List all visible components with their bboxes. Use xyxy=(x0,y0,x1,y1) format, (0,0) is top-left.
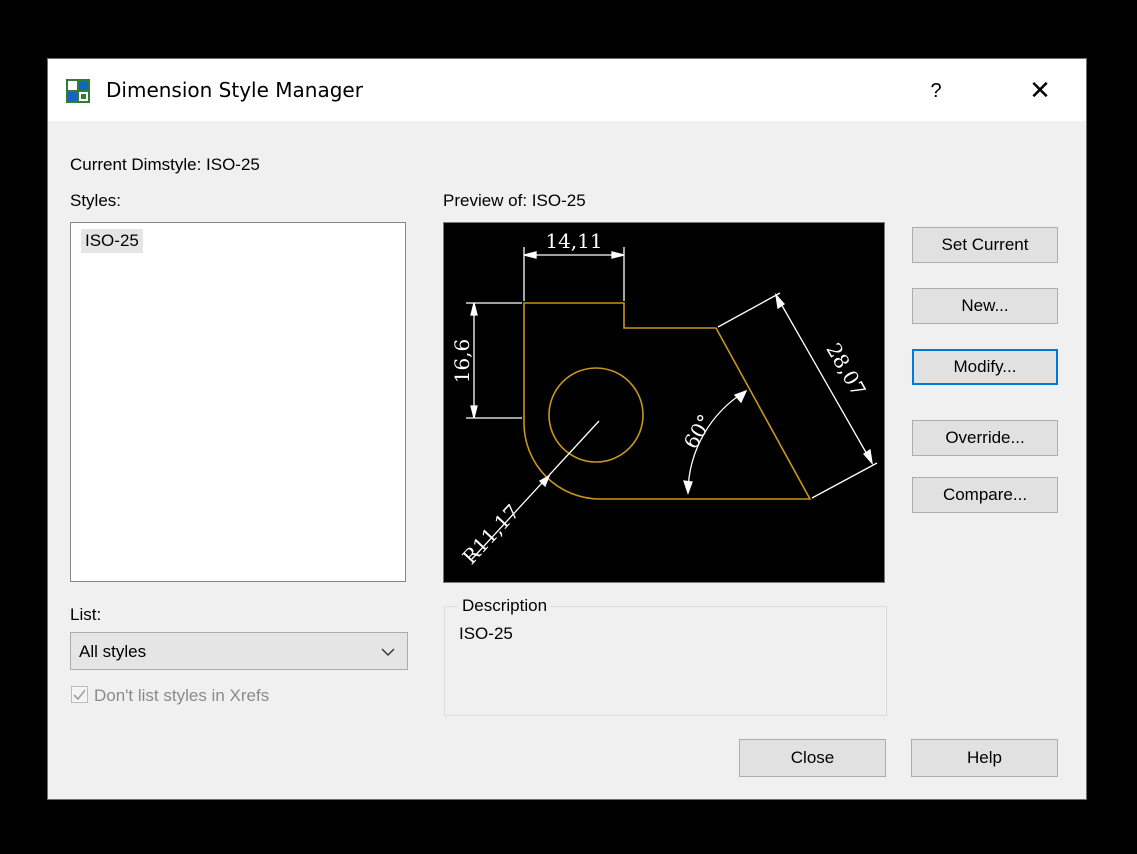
list-filter-value: All styles xyxy=(79,642,147,661)
dim-text-radius: R11,17 xyxy=(457,500,524,569)
preview-label: Preview of: ISO-25 xyxy=(443,191,586,210)
xref-checkbox-label: Don't list styles in Xrefs xyxy=(94,686,270,705)
styles-list[interactable]: ISO-25 xyxy=(70,222,406,582)
check-icon xyxy=(73,689,86,701)
dim-text-left: 16,6 xyxy=(450,339,474,384)
list-item[interactable]: ISO-25 xyxy=(81,229,143,253)
new-button[interactable]: New... xyxy=(912,288,1058,324)
list-label: List: xyxy=(70,605,102,624)
part-outline xyxy=(523,302,812,500)
description-text: ISO-25 xyxy=(459,624,513,643)
override-button[interactable]: Override... xyxy=(912,420,1058,456)
close-button[interactable]: Close xyxy=(739,739,886,777)
list-filter-select[interactable]: All styles xyxy=(70,632,408,670)
xref-checkbox[interactable] xyxy=(71,686,88,703)
compare-button[interactable]: Compare... xyxy=(912,477,1058,513)
help-button[interactable]: Help xyxy=(911,739,1058,777)
modify-button[interactable]: Modify... xyxy=(912,349,1058,385)
preview-geometry xyxy=(523,302,812,500)
dimension-preview: 14,11 16,6 28,07 60° R11,17 xyxy=(443,222,885,583)
dim-text-diagonal: 28,07 xyxy=(821,339,870,401)
description-group xyxy=(444,606,887,716)
window-title: Dimension Style Manager xyxy=(106,78,363,102)
dimension-style-manager-dialog: Dimension Style Manager ? ✕ Current Dims… xyxy=(47,58,1087,800)
close-icon[interactable]: ✕ xyxy=(1018,73,1062,109)
dim-text-top: 14,11 xyxy=(545,229,602,253)
dim-text-angle: 60° xyxy=(679,410,718,453)
set-current-button[interactable]: Set Current xyxy=(912,227,1058,263)
preview-drawing: 14,11 16,6 28,07 60° R11,17 xyxy=(450,229,878,569)
help-icon[interactable]: ? xyxy=(916,73,956,109)
styles-label: Styles: xyxy=(70,191,122,210)
dimension-texts: 14,11 16,6 28,07 60° R11,17 xyxy=(450,229,871,569)
current-dimstyle-label: Current Dimstyle: ISO-25 xyxy=(70,155,260,174)
hole-circle xyxy=(548,367,644,463)
dimension-style-icon xyxy=(66,79,90,103)
chevron-down-icon xyxy=(381,648,395,656)
dimension-lines xyxy=(466,247,878,560)
description-legend: Description xyxy=(458,596,552,616)
title-bar: Dimension Style Manager ? ✕ xyxy=(48,59,1086,121)
